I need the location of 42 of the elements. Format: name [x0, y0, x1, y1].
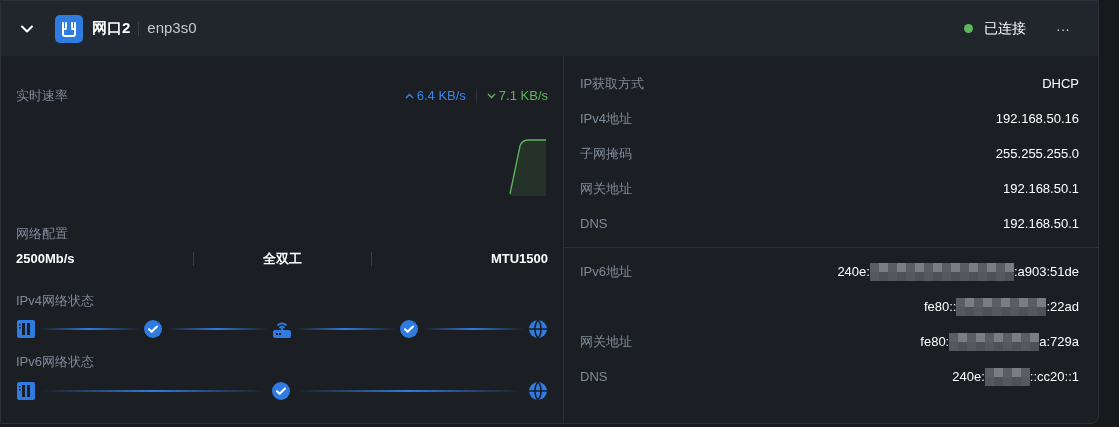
status-label: 已连接 [984, 19, 1026, 38]
config-value: MTU1500 [489, 250, 548, 268]
section-label: IPv4网络状态 [16, 291, 95, 310]
info-label: DNS [580, 367, 608, 386]
info-label: 网关地址 [580, 332, 632, 351]
info-label: 网关地址 [580, 179, 632, 198]
section-label: 网络配置 [16, 224, 69, 243]
info-value: 192.168.50.1 [1003, 179, 1079, 198]
info-value: DHCP [1042, 74, 1079, 93]
info-value: 255.255.255.0 [995, 144, 1079, 163]
globe-icon [528, 380, 548, 401]
check-icon [400, 320, 418, 338]
more-button[interactable]: ··· [1056, 21, 1070, 36]
address-suffix: :22ad [1046, 297, 1079, 316]
info-label: IPv4地址 [580, 109, 632, 128]
info-label: DNS [580, 214, 608, 233]
address-prefix: 240e: [837, 262, 870, 281]
address-suffix: :a903:51de [1013, 262, 1079, 281]
download-speed: 7.1 KB/s [498, 87, 548, 105]
address-prefix: 240e: [952, 367, 985, 386]
server-icon [16, 380, 36, 401]
device-name: enp3s0 [147, 18, 197, 39]
ethernet-port-icon [55, 14, 83, 43]
config-value: 全双工 [262, 250, 303, 268]
section-label: IPv6网络状态 [16, 353, 95, 371]
check-icon [272, 381, 290, 400]
config-value: 2500Mb/s [16, 250, 76, 268]
server-icon [16, 319, 36, 339]
info-label: IPv6地址 [580, 262, 632, 281]
address-prefix: fe80: [920, 332, 950, 351]
section-label: 实时速率 [16, 87, 68, 105]
info-value: 192.168.50.1 [1003, 214, 1079, 233]
address-prefix: fe80:: [923, 297, 957, 316]
info-label: IP获取方式 [580, 74, 645, 93]
info-label: 子网掩码 [580, 144, 632, 163]
address-suffix: a:729a [1039, 332, 1079, 351]
interface-title: 网口2 [92, 18, 131, 39]
info-value: 192.168.50.16 [995, 109, 1079, 128]
address-suffix: ::cc20::1 [1029, 367, 1079, 386]
check-icon [144, 320, 162, 338]
globe-icon [528, 319, 548, 339]
upload-speed: 6.4 KB/s [416, 87, 466, 105]
